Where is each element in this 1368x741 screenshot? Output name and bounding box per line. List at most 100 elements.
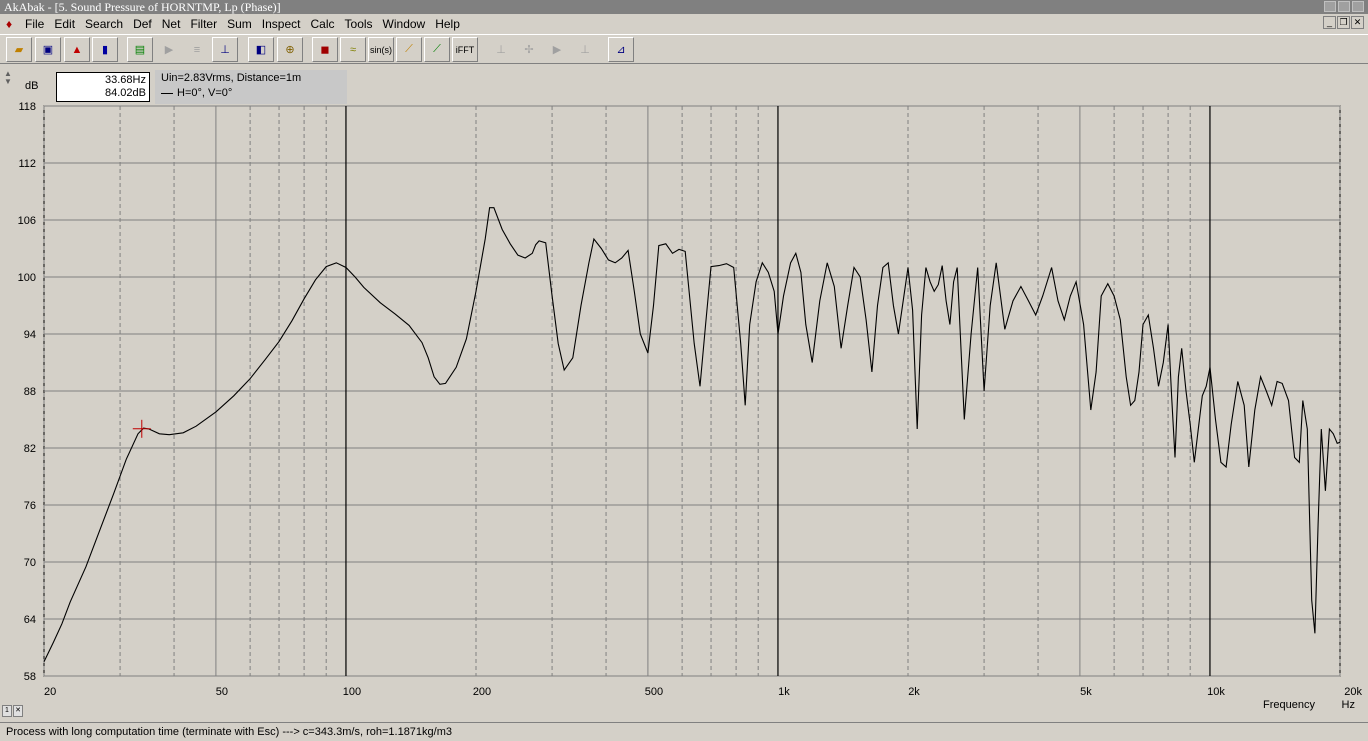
- axes-icon: ⊥: [220, 44, 230, 56]
- x-tick-label: 1k: [778, 686, 790, 698]
- save-button[interactable]: ▣: [35, 37, 61, 62]
- y-tick-label: 112: [18, 158, 36, 170]
- menu-edit[interactable]: Edit: [49, 14, 80, 34]
- mdi-minimize-button[interactable]: _: [1323, 16, 1336, 29]
- network-icon: ▲: [71, 43, 83, 56]
- view-icon-1[interactable]: 1: [2, 705, 12, 717]
- elements-icon: ▮: [101, 44, 109, 56]
- menu-file[interactable]: File: [20, 14, 49, 34]
- y-tick-label: 70: [24, 557, 36, 569]
- menu-filter[interactable]: Filter: [185, 14, 222, 34]
- response-more-button[interactable]: ⟋: [424, 37, 450, 62]
- status-text: Process with long computation time (term…: [6, 726, 452, 738]
- menu-sum[interactable]: Sum: [222, 14, 257, 34]
- x-tick-label: 50: [216, 686, 228, 698]
- sin-button[interactable]: sin(s): [368, 37, 394, 62]
- x-tick-label: 2k: [908, 686, 920, 698]
- diagram-icon: ⊿: [616, 44, 626, 56]
- ifft-button[interactable]: iFFT: [452, 37, 478, 62]
- y-tick-label: 82: [24, 443, 36, 455]
- menu-tools[interactable]: Tools: [340, 14, 378, 34]
- legend-series: H=0°, V=0°: [161, 86, 341, 101]
- menu-search[interactable]: Search: [80, 14, 128, 34]
- cursor-level: 84.02dB: [105, 87, 146, 99]
- app-icon[interactable]: ♦: [2, 16, 16, 32]
- clipboard-button[interactable]: ▤: [127, 37, 153, 62]
- plot-button-2[interactable]: ✢: [516, 37, 542, 62]
- plot-button-4[interactable]: ⊥: [572, 37, 598, 62]
- rotate-icon: ✢: [524, 44, 534, 56]
- speaker-icon: ◧: [255, 44, 267, 56]
- y-axis-unit: dB: [25, 80, 39, 92]
- scroll-arrows[interactable]: ▲ ▼: [4, 70, 12, 86]
- response-curve-icon: ⟋: [433, 43, 441, 55]
- x-axis-unit: Hz: [1342, 699, 1355, 711]
- diagram-button[interactable]: ⊿: [608, 37, 634, 62]
- ifft-label: iFFT: [455, 44, 475, 55]
- legend-series-label: H=0°, V=0°: [177, 87, 233, 99]
- y-tick-label: 94: [24, 329, 36, 341]
- status-bar: Process with long computation time (term…: [0, 722, 1368, 741]
- y-tick-label: 106: [18, 215, 36, 227]
- axes-button[interactable]: ⊥: [212, 37, 238, 62]
- window-title: AkAbak - [5. Sound Pressure of HORNTMP, …: [4, 0, 281, 14]
- y-tick-label: 88: [24, 386, 36, 398]
- x-axis-label: Frequency: [1263, 699, 1315, 711]
- menu-window[interactable]: Window: [378, 14, 431, 34]
- menu-def[interactable]: Def: [128, 14, 157, 34]
- plot-icon: ⊥: [496, 44, 506, 56]
- x-tick-label: 20: [44, 686, 56, 698]
- floppy-disk-icon: ▣: [42, 44, 54, 56]
- x-tick-label: 20k: [1344, 686, 1362, 698]
- measure-point-button[interactable]: ⊕: [277, 37, 303, 62]
- legend-line-swatch: [161, 93, 173, 94]
- list-icon: ≡: [193, 43, 201, 56]
- y-tick-label: 100: [18, 272, 36, 284]
- plot-button-1[interactable]: ⊥: [488, 37, 514, 62]
- menu-calc[interactable]: Calc: [306, 14, 340, 34]
- window-minimize-button[interactable]: [1324, 1, 1336, 12]
- target-icon: ⊕: [285, 44, 295, 56]
- window-maximize-button[interactable]: [1338, 1, 1350, 12]
- driver-button[interactable]: ◧: [248, 37, 274, 62]
- plot-icon: ⊥: [580, 44, 590, 56]
- mdi-close-button[interactable]: ✕: [1351, 16, 1364, 29]
- view-icons: 1 ✕: [2, 705, 23, 717]
- element-properties-button[interactable]: ▮: [92, 37, 118, 62]
- mdi-restore-button[interactable]: ❐: [1337, 16, 1350, 29]
- menu-help[interactable]: Help: [430, 14, 465, 34]
- y-tick-label: 58: [24, 671, 36, 683]
- window-controls: [1324, 1, 1364, 12]
- frequency-response-chart[interactable]: 58 64 70 76 82 88 94 100 106 112 118 20 50 100 200 500 1…: [0, 96, 1368, 722]
- play-icon: ▶: [552, 44, 562, 56]
- toolbar: ▰ ▣ ▲ ▮ ▤ ▶ ≡ ⊥ ◧ ⊕ ◼ ≈ sin(s) ⟋ ⟋ iFFT …: [0, 34, 1368, 64]
- network-button[interactable]: ▲: [64, 37, 90, 62]
- filter-button[interactable]: ≈: [340, 37, 366, 62]
- y-tick-label: 64: [24, 614, 36, 626]
- cursor-readout: 33.68Hz 84.02dB: [56, 72, 150, 102]
- plot-button-3[interactable]: ▶: [544, 37, 570, 62]
- view-icon-2[interactable]: ✕: [13, 705, 23, 717]
- window-close-button[interactable]: [1352, 1, 1364, 12]
- arrow-right-icon: ▶: [164, 44, 174, 56]
- x-tick-label: 500: [645, 686, 663, 698]
- folder-open-icon: ▰: [14, 44, 24, 56]
- legend-conditions: Uin=2.83Vrms, Distance=1m: [161, 72, 302, 84]
- mdi-controls: _ ❐ ✕: [1323, 16, 1364, 29]
- enclosure-button[interactable]: ◼: [312, 37, 338, 62]
- menu-inspect[interactable]: Inspect: [257, 14, 306, 34]
- response-button[interactable]: ⟋: [396, 37, 422, 62]
- response-curve-icon: ⟋: [405, 43, 413, 55]
- step-list-button[interactable]: ≡: [184, 37, 210, 62]
- box-icon: ◼: [320, 44, 330, 56]
- y-tick-label: 118: [18, 101, 36, 113]
- open-file-button[interactable]: ▰: [6, 37, 32, 62]
- x-tick-label: 100: [343, 686, 361, 698]
- sin-label: sin(s): [370, 44, 392, 55]
- x-tick-label: 200: [473, 686, 491, 698]
- step-button[interactable]: ▶: [156, 37, 182, 62]
- filter-icon: ≈: [349, 43, 357, 56]
- menu-net[interactable]: Net: [157, 14, 186, 34]
- x-tick-label: 10k: [1207, 686, 1225, 698]
- legend: Uin=2.83Vrms, Distance=1m H=0°, V=0°: [155, 70, 347, 104]
